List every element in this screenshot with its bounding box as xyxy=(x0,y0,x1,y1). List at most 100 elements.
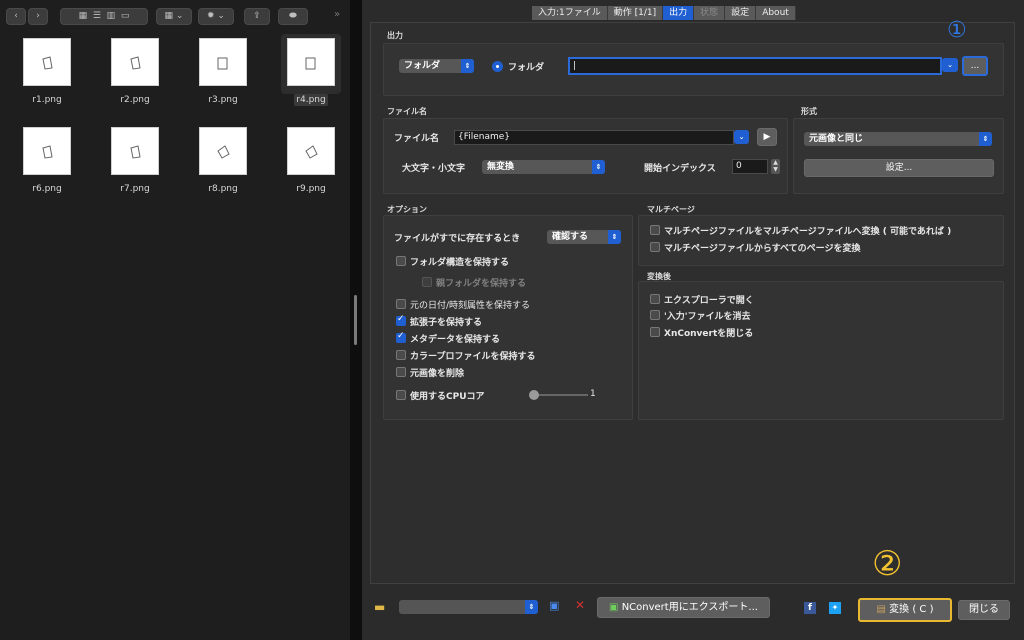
filename-section-title: ファイル名 xyxy=(387,107,427,116)
filename-group: ファイル名 {Filename} ⌄ ▶ 大文字・小文字 無変換 ⇕ 開始インデッ… xyxy=(383,118,788,194)
case-value: 無変換 xyxy=(487,162,515,172)
folder-radio[interactable] xyxy=(492,61,503,72)
tab-input[interactable]: 入力:1ファイル xyxy=(532,6,608,20)
file-name[interactable]: r6.png xyxy=(12,184,82,194)
image-file-icon xyxy=(42,145,53,159)
file-thumbnail[interactable] xyxy=(287,38,335,86)
close-xnconvert-label: XnConvertを閉じる xyxy=(664,329,754,339)
twitter-icon[interactable]: ✦ xyxy=(829,602,841,614)
file-thumbnail[interactable] xyxy=(23,127,71,175)
if-exists-select[interactable]: 確認する ⇕ xyxy=(547,230,621,244)
keep-meta-label: メタデータを保持する xyxy=(410,335,501,345)
format-section-title: 形式 xyxy=(801,107,817,116)
convert-button[interactable]: ▤ 変換 ( C ) xyxy=(858,598,952,622)
multipage-convert-checkbox[interactable] xyxy=(650,225,660,235)
column-view-icon[interactable]: ▥ xyxy=(107,11,116,21)
delete-input-checkbox[interactable] xyxy=(650,310,660,320)
folder-radio-label: フォルダ xyxy=(508,63,545,73)
keep-meta-checkbox[interactable] xyxy=(396,331,406,343)
image-file-icon xyxy=(217,145,230,159)
filename-dropdown[interactable]: ⌄ xyxy=(734,130,749,144)
cpu-cores-label: 使用するCPUコア xyxy=(410,392,485,402)
file-name[interactable]: r8.png xyxy=(188,184,258,194)
back-button[interactable]: ‹ xyxy=(6,8,26,25)
options-section-title: オプション xyxy=(387,205,427,214)
more-icon[interactable]: » xyxy=(334,9,340,20)
export-nconvert-button[interactable]: ▣ NConvert用にエクスポート... xyxy=(597,597,770,618)
keep-ext-checkbox[interactable] xyxy=(396,314,406,326)
split-divider[interactable] xyxy=(350,0,362,640)
gallery-view-icon[interactable]: ▭ xyxy=(121,11,130,21)
multipage-all-checkbox[interactable] xyxy=(650,242,660,252)
preset-select[interactable]: ⇕ xyxy=(399,600,538,614)
icon-view-icon[interactable]: ▦ xyxy=(79,11,88,21)
export-icon: ▣ xyxy=(609,602,619,613)
if-exists-value: 確認する xyxy=(552,232,589,242)
tag-button[interactable]: ⬬ xyxy=(278,8,308,25)
browse-button[interactable]: ... xyxy=(962,56,988,76)
file-thumbnail[interactable] xyxy=(199,38,247,86)
format-value: 元画像と同じ xyxy=(809,134,864,144)
tab-settings[interactable]: 設定 xyxy=(725,6,757,20)
keep-folder-checkbox[interactable] xyxy=(396,256,406,266)
divider-handle[interactable] xyxy=(354,295,357,345)
format-settings-button[interactable]: 設定... xyxy=(804,159,994,177)
keep-color-label: カラープロファイルを保持する xyxy=(410,352,536,362)
file-thumbnail[interactable] xyxy=(23,38,71,86)
file-thumbnail[interactable] xyxy=(287,127,335,175)
folder-open-icon[interactable]: ▬ xyxy=(374,600,385,614)
filename-play-button[interactable]: ▶ xyxy=(757,128,777,146)
file-name[interactable]: r3.png xyxy=(188,95,258,105)
keep-parent-checkbox[interactable] xyxy=(422,277,432,287)
start-index-field[interactable]: 0 xyxy=(732,159,768,174)
group-by-button[interactable]: ▦ ⌄ xyxy=(156,8,192,25)
delete-icon[interactable]: ✕ xyxy=(575,598,585,612)
keep-date-checkbox[interactable] xyxy=(396,299,406,309)
output-path-field[interactable]: | xyxy=(568,57,942,75)
file-thumbnail[interactable] xyxy=(199,127,247,175)
file-thumbnail[interactable] xyxy=(111,127,159,175)
tab-output[interactable]: 出力 xyxy=(663,6,695,20)
path-history-dropdown[interactable]: ⌄ xyxy=(942,58,958,72)
share-button[interactable]: ⇪ xyxy=(244,8,270,25)
cpu-slider-track[interactable] xyxy=(532,394,588,396)
case-select[interactable]: 無変換 ⇕ xyxy=(482,160,605,174)
chevron-down-icon: ⌄ xyxy=(734,130,749,144)
cpu-slider-knob[interactable] xyxy=(529,390,539,400)
output-mode-value: フォルダ xyxy=(404,61,441,71)
tab-status[interactable]: 状態 xyxy=(694,6,726,20)
output-section-title: 出力 xyxy=(387,31,403,40)
index-stepper[interactable]: ▲ ▼ xyxy=(771,159,780,174)
facebook-icon[interactable]: f xyxy=(804,602,816,614)
tab-about[interactable]: About xyxy=(756,6,796,20)
list-view-icon[interactable]: ☰ xyxy=(93,11,101,21)
file-name[interactable]: r2.png xyxy=(100,95,170,105)
filename-pattern-field[interactable]: {Filename} xyxy=(454,130,734,145)
open-explorer-checkbox[interactable] xyxy=(650,294,660,304)
if-exists-label: ファイルがすでに存在するとき xyxy=(394,234,521,244)
forward-button[interactable]: › xyxy=(28,8,48,25)
file-name[interactable]: r1.png xyxy=(12,95,82,105)
close-xnconvert-checkbox[interactable] xyxy=(650,327,660,337)
cpu-cores-checkbox[interactable] xyxy=(396,390,406,400)
convert-icon: ▤ xyxy=(876,604,886,615)
view-mode-segment[interactable]: ▦ ☰ ▥ ▭ xyxy=(60,8,148,25)
action-button[interactable]: ✹ ⌄ xyxy=(198,8,234,25)
file-name[interactable]: r7.png xyxy=(100,184,170,194)
save-icon[interactable]: ▣ xyxy=(549,599,559,612)
play-icon: ▶ xyxy=(763,132,771,142)
updown-icon: ⇕ xyxy=(525,600,538,614)
file-thumbnail[interactable] xyxy=(111,38,159,86)
file-name[interactable]: r9.png xyxy=(276,184,346,194)
file-name-selected[interactable]: r4.png xyxy=(276,94,346,106)
close-button[interactable]: 閉じる xyxy=(958,600,1010,620)
multipage-convert-label: マルチページファイルをマルチページファイルへ変換 ( 可能であれば ) xyxy=(664,227,952,237)
keep-color-checkbox[interactable] xyxy=(396,350,406,360)
grid-icon: ▦ ⌄ xyxy=(164,11,184,21)
image-file-icon xyxy=(305,145,318,159)
format-select[interactable]: 元画像と同じ ⇕ xyxy=(804,132,992,146)
tab-actions[interactable]: 動作 [1/1] xyxy=(607,6,664,20)
delete-original-checkbox[interactable] xyxy=(396,367,406,377)
share-icon: ⇪ xyxy=(253,11,261,21)
output-mode-select[interactable]: フォルダ ⇕ xyxy=(399,59,474,73)
